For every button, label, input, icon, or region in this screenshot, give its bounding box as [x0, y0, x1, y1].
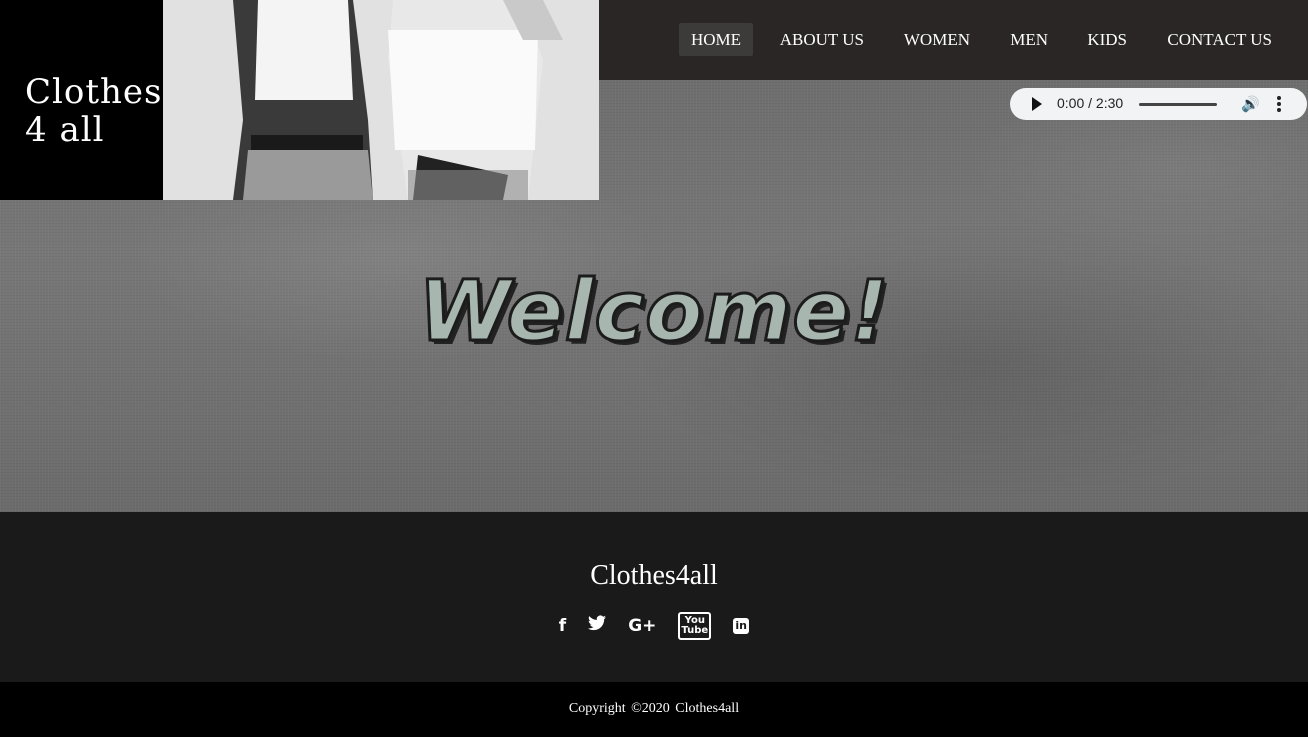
youtube-icon[interactable]: You Tube: [678, 612, 712, 640]
google-plus-icon[interactable]: G+: [628, 615, 656, 637]
copyright-text: Copyright ©2020 Clothes4all: [568, 701, 740, 716]
nav-kids[interactable]: KIDS: [1087, 23, 1127, 56]
footer-brand: Clothes4all: [590, 560, 718, 591]
facebook-icon[interactable]: f: [559, 615, 566, 637]
logo-line-2: 4 all: [25, 110, 105, 150]
copyright-bar: Copyright ©2020 Clothes4all: [0, 682, 1308, 737]
header-photo-models: [163, 0, 599, 200]
nav-home[interactable]: HOME: [678, 23, 753, 56]
twitter-icon[interactable]: [588, 615, 607, 637]
logo-line-1: Clothes: [25, 72, 163, 112]
nav-men[interactable]: MEN: [1010, 23, 1048, 56]
audio-time: 0:00 / 2:30: [1057, 95, 1124, 111]
audio-progress-slider[interactable]: [1139, 103, 1217, 106]
linkedin-icon[interactable]: in: [733, 618, 750, 634]
social-links: f G+ You Tube in: [0, 612, 1308, 640]
nav-women[interactable]: WOMEN: [904, 23, 970, 56]
audio-player: 0:00 / 2:30 🔊: [1010, 88, 1307, 120]
welcome-heading: Welcome!: [417, 261, 890, 362]
play-icon[interactable]: [1032, 97, 1042, 111]
more-options-icon[interactable]: [1277, 96, 1281, 112]
nav-about-us[interactable]: ABOUT US: [780, 23, 864, 56]
nav-contact-us[interactable]: CONTACT US: [1167, 23, 1272, 56]
brand-logo[interactable]: Clothes 4 all: [0, 0, 163, 200]
volume-icon[interactable]: 🔊: [1241, 95, 1260, 113]
footer: Clothes4all f G+ You Tube in: [0, 512, 1308, 682]
